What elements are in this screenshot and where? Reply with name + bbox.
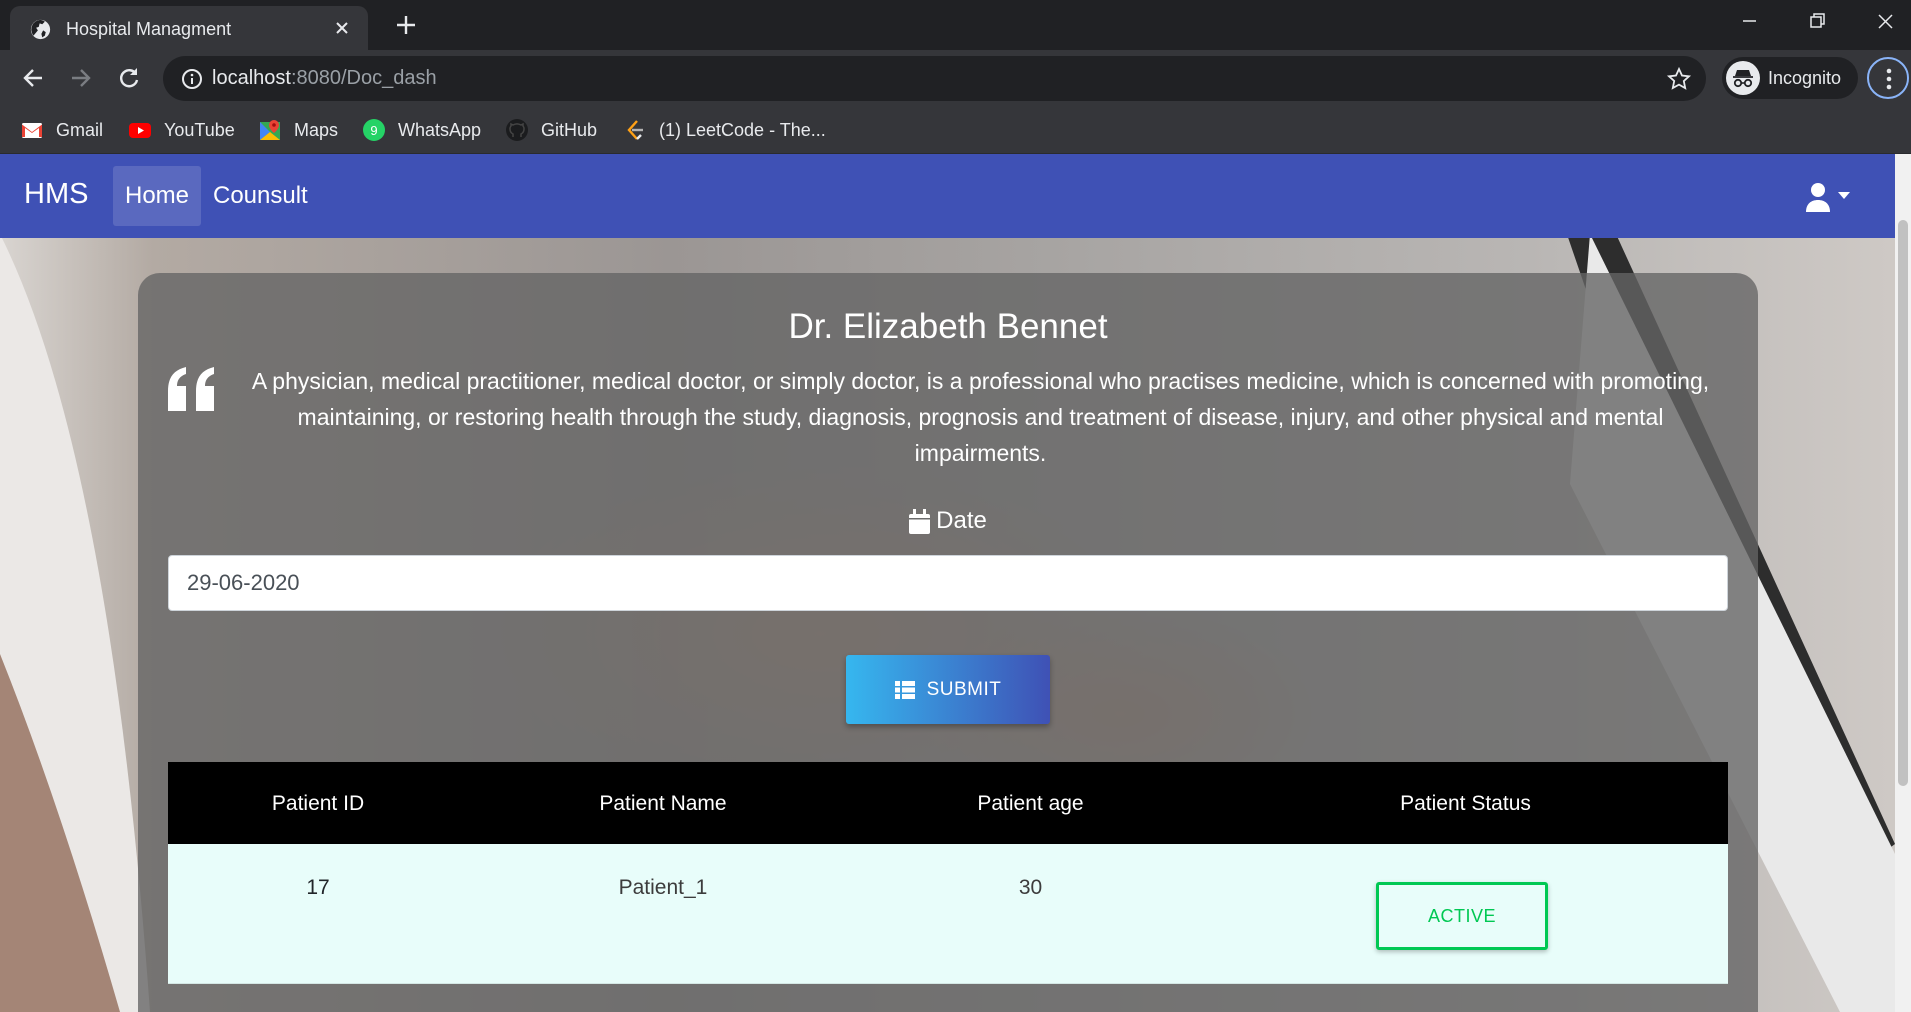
quote-left-icon	[168, 367, 214, 411]
patient-table: Patient ID Patient Name Patient age Pati…	[168, 762, 1728, 984]
whatsapp-badge-count: 9	[370, 123, 377, 138]
more-vert-icon	[1886, 68, 1892, 90]
browser-tabstrip: Hospital Managment	[0, 0, 1911, 50]
status-button[interactable]: ACTIVE	[1376, 882, 1548, 950]
bookmark-maps[interactable]: Maps	[258, 115, 338, 145]
table-header: Patient ID Patient Name Patient age Pati…	[168, 762, 1728, 844]
gmail-icon	[22, 123, 42, 138]
bookmark-whatsapp[interactable]: 9 WhatsApp	[362, 115, 481, 145]
browser-menu-button[interactable]	[1867, 57, 1909, 99]
incognito-badge[interactable]: Incognito	[1722, 57, 1858, 99]
header-patient-status: Patient Status	[1400, 792, 1531, 815]
date-label: Date	[936, 507, 987, 534]
cell-patient-name: Patient_1	[618, 876, 708, 899]
scrollbar-thumb[interactable]	[1898, 220, 1908, 786]
maps-icon	[260, 120, 280, 140]
forward-icon[interactable]	[66, 63, 96, 93]
cell-patient-id: 17	[306, 876, 330, 899]
submit-label: SUBMIT	[926, 678, 1002, 700]
doctor-description: A physician, medical practitioner, medic…	[251, 368, 1710, 466]
date-label-group: Date	[138, 507, 1758, 535]
header-patient-id: Patient ID	[271, 792, 365, 815]
submit-button[interactable]: SUBMIT	[846, 655, 1050, 724]
nav-counsult[interactable]: Counsult	[201, 166, 320, 226]
user-icon	[1806, 183, 1830, 212]
browser-tab[interactable]: Hospital Managment	[10, 6, 368, 50]
page-scrollbar[interactable]	[1895, 154, 1911, 1012]
incognito-label: Incognito	[1768, 68, 1842, 88]
url-path: :8080/Doc_dash	[290, 67, 437, 89]
bookmark-leetcode[interactable]: (1) LeetCode - The...	[623, 115, 826, 145]
window-close-icon[interactable]	[1868, 8, 1902, 36]
globe-icon	[30, 19, 51, 40]
bookmark-youtube[interactable]: YouTube	[128, 115, 235, 145]
restore-icon[interactable]	[1800, 8, 1834, 36]
whatsapp-icon: 9	[363, 119, 385, 141]
browser-toolbar: localhost:8080/Doc_dash Incognito	[0, 50, 1911, 107]
reload-icon[interactable]	[114, 63, 144, 93]
bookmark-star-icon[interactable]	[1666, 66, 1692, 92]
minimize-icon[interactable]	[1732, 8, 1766, 36]
new-tab-icon[interactable]	[393, 12, 419, 38]
nav-home[interactable]: Home	[113, 166, 201, 226]
bookmarks-bar: Gmail YouTube Maps 9 WhatsApp GitHub (1)…	[0, 107, 1911, 154]
address-bar[interactable]: localhost:8080/Doc_dash	[163, 56, 1706, 101]
info-icon[interactable]	[181, 68, 203, 90]
date-input[interactable]	[168, 555, 1728, 611]
incognito-icon	[1726, 61, 1760, 95]
back-icon[interactable]	[18, 63, 48, 93]
tab-title: Hospital Managment	[66, 19, 232, 39]
header-patient-name: Patient Name	[599, 792, 727, 815]
url-text[interactable]: localhost:8080/Doc_dash	[212, 67, 437, 90]
table-row: 17 Patient_1 30 ACTIVE	[168, 844, 1728, 984]
top-navbar: HMS Home Counsult	[0, 154, 1895, 238]
page-viewport: HMS Home Counsult Dr. Elizabeth Bennet A…	[0, 154, 1911, 1012]
bookmark-github[interactable]: GitHub	[505, 115, 597, 145]
leetcode-icon	[627, 120, 643, 140]
github-icon	[506, 119, 528, 141]
brand-logo[interactable]: HMS	[24, 178, 88, 211]
youtube-icon	[129, 123, 151, 138]
url-host: localhost	[212, 67, 291, 89]
calendar-icon	[909, 508, 931, 534]
doctor-name: Dr. Elizabeth Bennet	[788, 307, 1108, 346]
close-icon[interactable]	[332, 18, 352, 38]
cell-patient-age: 30	[1018, 876, 1043, 899]
caret-down-icon	[1838, 192, 1850, 199]
header-patient-age: Patient age	[977, 792, 1084, 815]
user-menu-dropdown[interactable]	[1804, 180, 1864, 214]
doctor-card: Dr. Elizabeth Bennet A physician, medica…	[138, 273, 1758, 1012]
table-icon	[894, 680, 915, 699]
bookmark-gmail[interactable]: Gmail	[20, 115, 103, 145]
